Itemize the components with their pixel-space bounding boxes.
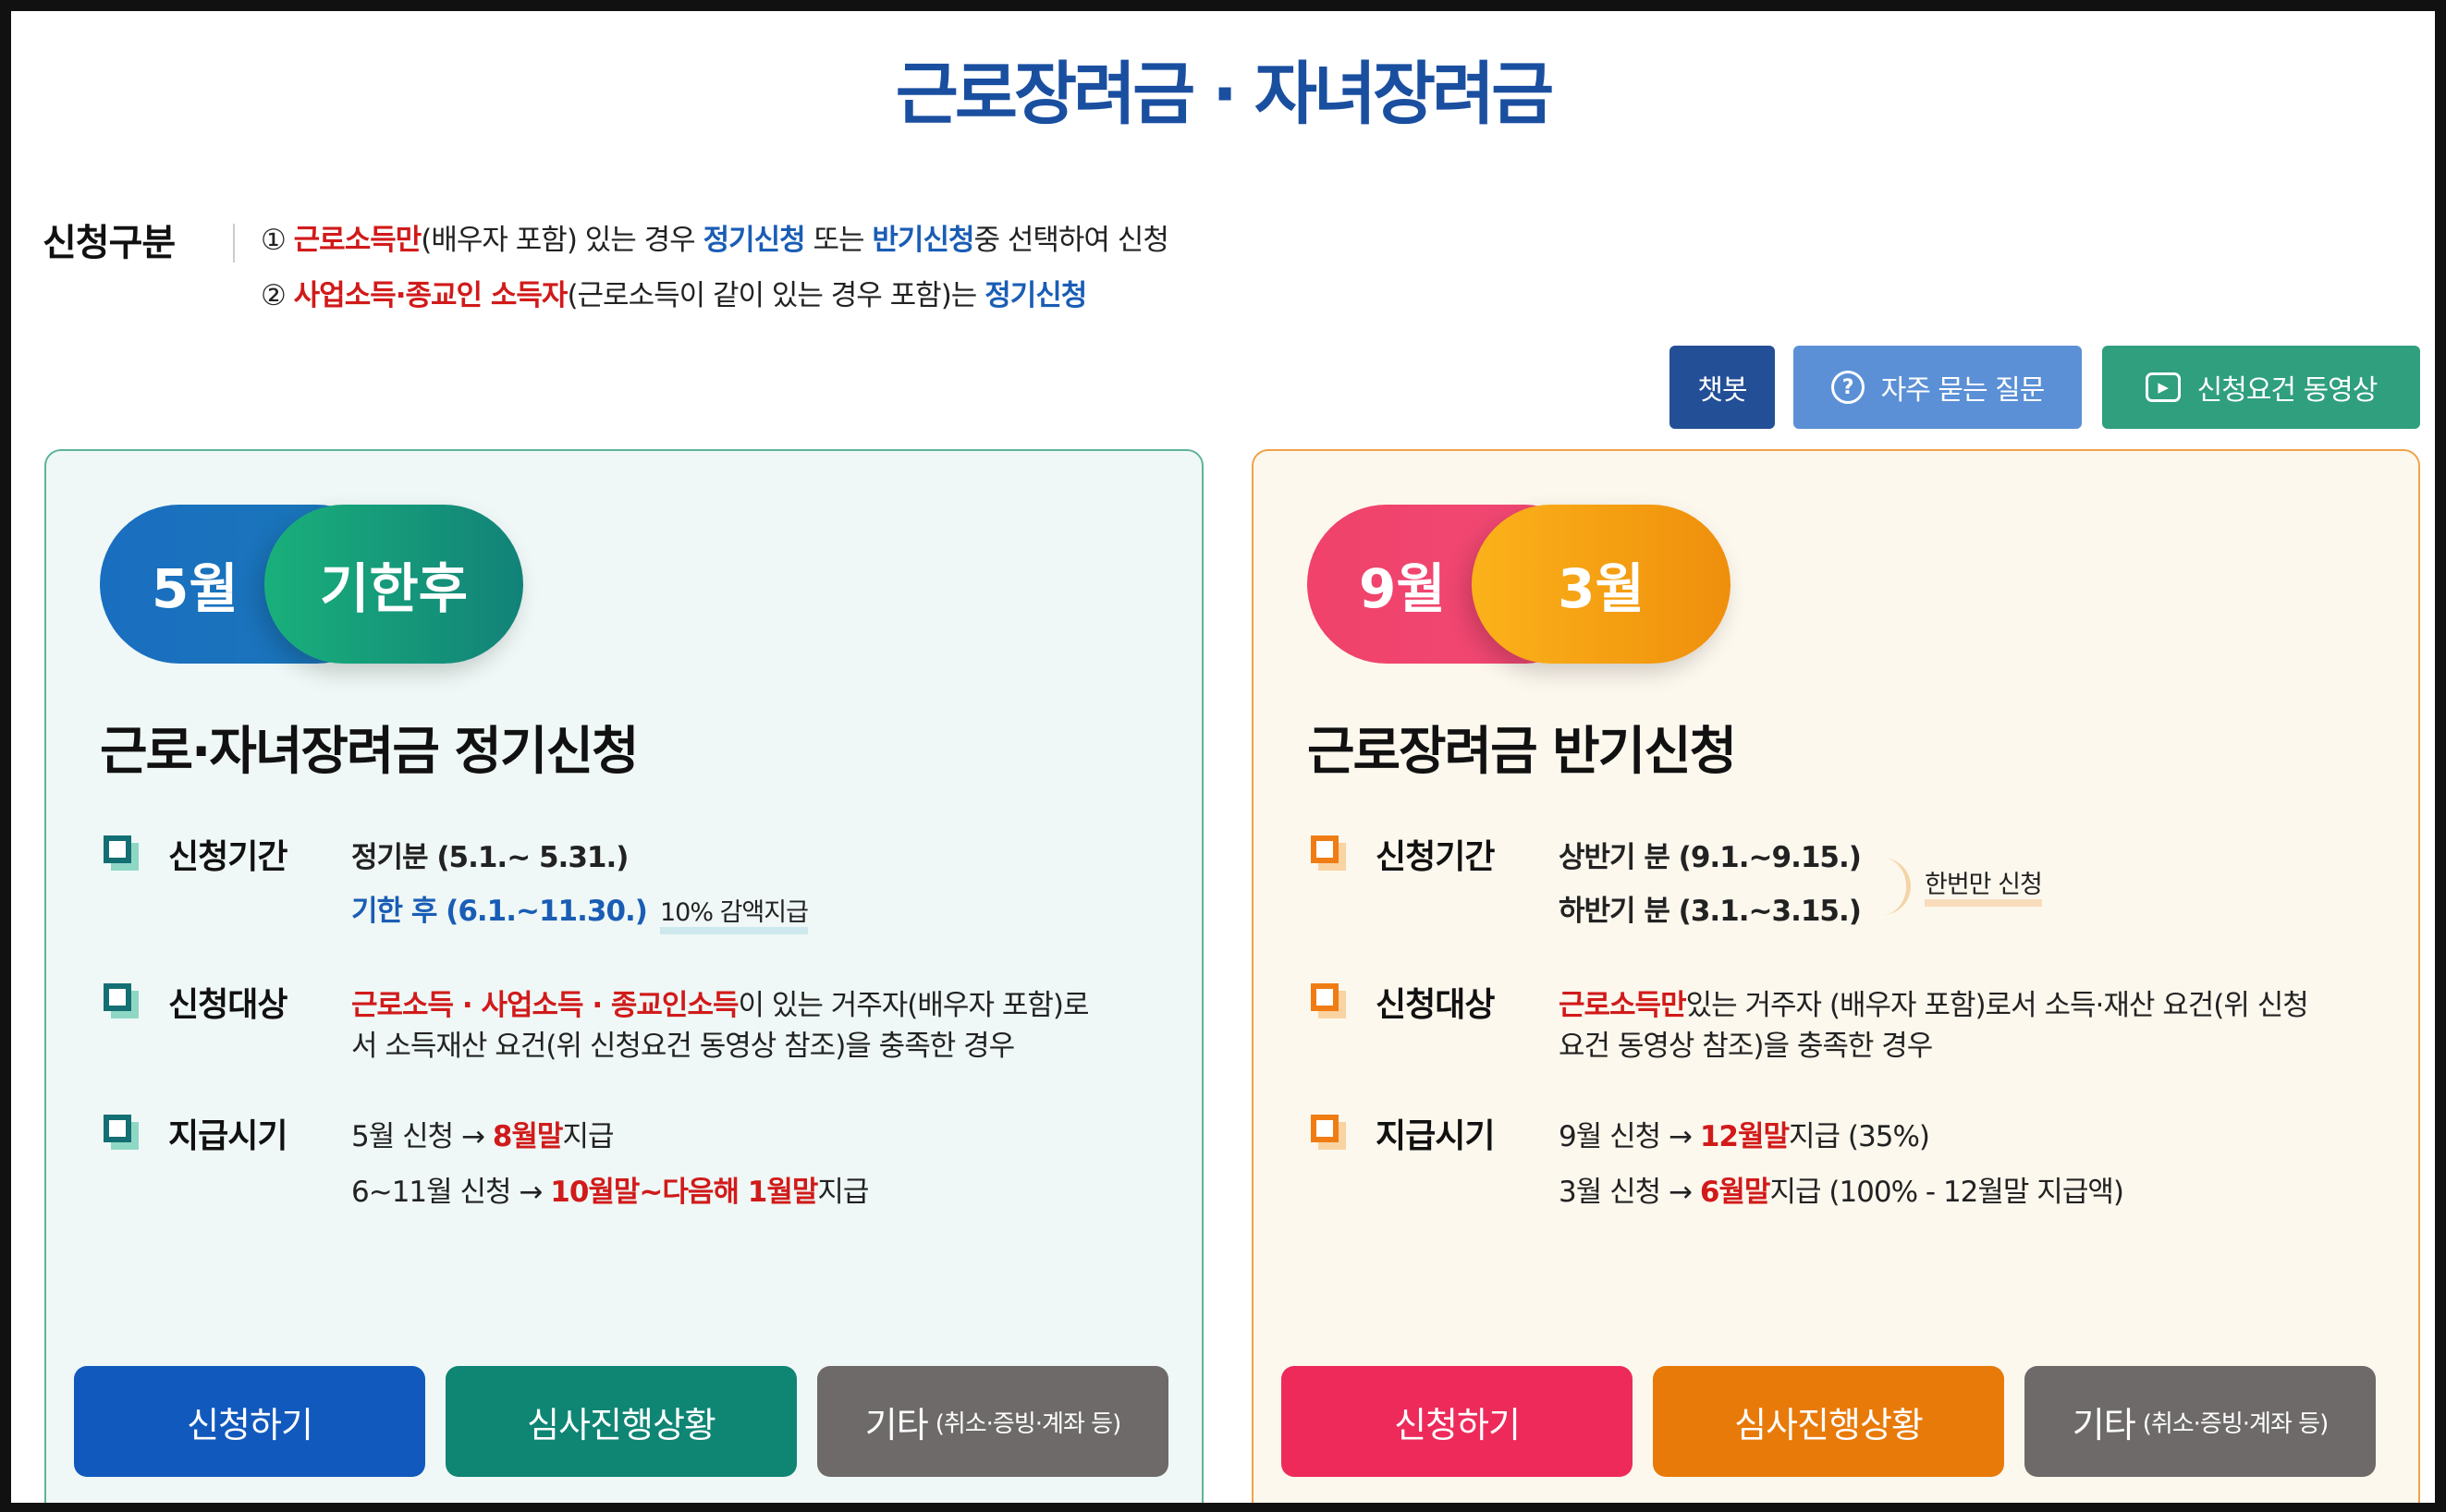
pill-march: 3월: [1472, 505, 1731, 664]
video-button[interactable]: ▶ 신청요건 동영상: [2102, 346, 2420, 429]
half-payment-2: 3월 신청 → 6월말지급 (100% - 12월말 지급액): [1559, 1176, 2124, 1209]
half-period-pill: 9월 3월: [1307, 505, 1731, 664]
half-etc-button[interactable]: 기타 (취소·증빙·계좌 등): [2024, 1366, 2376, 1477]
category-line-2: ② 사업소득·종교인 소득자(근로소득이 같이 있는 경우 포함)는 정기신청: [261, 279, 1087, 312]
brace-icon: [1880, 858, 1911, 915]
video-label: 신청요건 동영상: [2196, 374, 2379, 407]
chatbot-label: 챗봇: [1697, 374, 1747, 407]
regular-period-1: 정기분 (5.1.~ 5.31.): [351, 841, 629, 874]
checkbox-square-icon: [104, 983, 131, 1011]
pill-after-deadline: 기한후: [264, 505, 523, 664]
checkbox-square-icon: [104, 1115, 131, 1142]
half-period-1: 상반기 분 (9.1.~9.15.): [1559, 841, 1862, 874]
regular-payment-2: 6~11월 신청 → 10월말~다음해 1월말지급: [351, 1176, 869, 1209]
regular-target-line-2: 서 소득재산 요건(위 신청요건 동영상 참조)을 충족한 경우: [351, 1030, 1015, 1063]
payment-label: 지급시기: [168, 1117, 287, 1155]
category-label: 신청구분: [43, 222, 176, 264]
category-divider: [233, 224, 235, 262]
half-payment-1: 9월 신청 → 12월말지급 (35%): [1559, 1120, 1930, 1153]
once-only-note: 한번만 신청: [1925, 871, 2043, 907]
regular-period-pill: 5월 기한후: [100, 505, 523, 664]
page-title: 근로장려금 · 자녀장려금: [895, 55, 1554, 134]
target-label: 신청대상: [168, 986, 287, 1024]
half-target-line-1: 근로소득만있는 거주자 (배우자 포함)로서 소득·재산 요건(위 신청: [1559, 989, 2309, 1022]
checkbox-square-icon: [1311, 1115, 1339, 1142]
question-icon: ?: [1830, 371, 1865, 404]
play-icon: ▶: [2145, 372, 2181, 402]
page-frame: 근로장려금 · 자녀장려금 신청구분 ① 근로소득만(배우자 포함) 있는 경우…: [11, 11, 2435, 1503]
checkbox-square-icon: [1311, 835, 1339, 863]
category-line-1: ① 근로소득만(배우자 포함) 있는 경우 정기신청 또는 반기신청중 선택하여…: [261, 224, 1169, 257]
regular-apply-button[interactable]: 신청하기: [74, 1366, 425, 1477]
half-target-line-2: 요건 동영상 참조)을 충족한 경우: [1559, 1030, 1933, 1063]
regular-target-line-1: 근로소득 · 사업소득 · 종교인소득이 있는 거주자(배우자 포함)로: [351, 989, 1089, 1022]
payment-label: 지급시기: [1376, 1117, 1495, 1155]
regular-application-card: 5월 기한후 근로·자녀장려금 정기신청 신청기간 정기분 (5.1.~ 5.3…: [44, 449, 1204, 1503]
period-label: 신청기간: [1376, 838, 1495, 876]
half-period-2: 하반기 분 (3.1.~3.15.): [1559, 895, 1862, 928]
half-card-title: 근로장려금 반기신청: [1307, 722, 1737, 782]
faq-button[interactable]: ? 자주 묻는 질문: [1793, 346, 2082, 429]
chatbot-button[interactable]: 챗봇: [1669, 346, 1775, 429]
target-label: 신청대상: [1376, 986, 1495, 1024]
regular-period-2-row: 기한 후 (6.1.~11.30.) 10% 감액지급: [351, 887, 809, 934]
once-only-note-wrap: 한번만 신청: [1925, 867, 2043, 907]
regular-etc-button[interactable]: 기타 (취소·증빙·계좌 등): [817, 1366, 1168, 1477]
faq-label: 자주 묻는 질문: [1880, 374, 2046, 407]
half-year-application-card: 9월 3월 근로장려금 반기신청 신청기간 상반기 분 (9.1.~9.15.)…: [1252, 449, 2420, 1503]
half-status-button[interactable]: 심사진행상황: [1653, 1366, 2004, 1477]
checkbox-square-icon: [1311, 983, 1339, 1011]
reduction-note: 10% 감액지급: [659, 899, 809, 934]
regular-status-button[interactable]: 심사진행상황: [446, 1366, 797, 1477]
half-apply-button[interactable]: 신청하기: [1281, 1366, 1633, 1477]
period-label: 신청기간: [168, 838, 287, 876]
checkbox-square-icon: [104, 835, 131, 863]
regular-payment-1: 5월 신청 → 8월말지급: [351, 1120, 615, 1153]
regular-card-title: 근로·자녀장려금 정기신청: [100, 722, 639, 782]
